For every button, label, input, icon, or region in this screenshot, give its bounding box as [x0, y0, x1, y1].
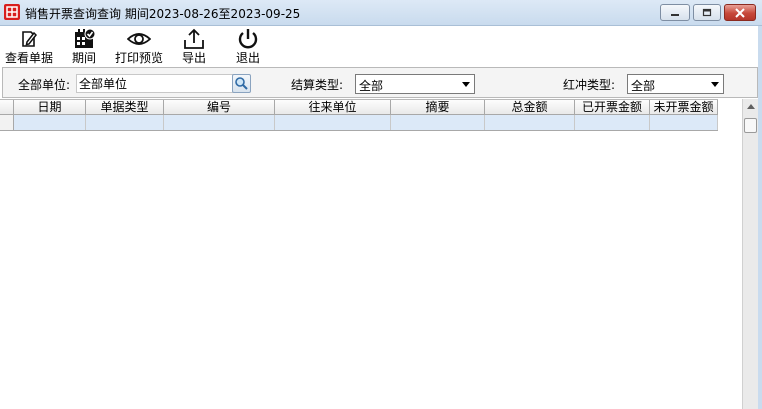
- power-icon: [238, 29, 258, 49]
- chevron-down-icon: [462, 82, 470, 87]
- export-button[interactable]: 导出: [178, 26, 210, 67]
- vertical-scrollbar[interactable]: [742, 99, 758, 409]
- close-button[interactable]: [724, 4, 756, 21]
- search-icon: [235, 77, 248, 90]
- grid-header: 日期 单据类型 编号 往来单位 摘要 总金额 已开票金额 未开票金额: [0, 99, 718, 115]
- column-header-invoiced-amount[interactable]: 已开票金额: [575, 100, 650, 115]
- period-label: 期间: [71, 51, 96, 65]
- table-cell[interactable]: [164, 115, 275, 130]
- maximize-icon: [702, 8, 712, 17]
- print-preview-label: 打印预览: [114, 51, 163, 65]
- table-cell[interactable]: [86, 115, 164, 130]
- toolbar: 查看单据 期间 打印预览 导出 退出: [0, 26, 762, 67]
- upload-icon: [184, 28, 204, 49]
- export-label: 导出: [181, 51, 206, 65]
- column-header-summary[interactable]: 摘要: [391, 100, 485, 115]
- period-button[interactable]: 期间: [68, 26, 100, 67]
- print-preview-button[interactable]: 打印预览: [112, 26, 166, 67]
- column-header-uninvoiced-amount[interactable]: 未开票金额: [650, 100, 718, 115]
- minimize-icon: [671, 14, 679, 16]
- scroll-up-icon[interactable]: [747, 104, 755, 109]
- unit-input[interactable]: [76, 74, 236, 93]
- window-frame: [758, 26, 762, 409]
- grid-app-icon: [4, 4, 20, 20]
- settlement-type-label: 结算类型:: [291, 78, 344, 92]
- window-title: 销售开票查询查询 期间2023-08-26至2023-09-25: [25, 7, 301, 21]
- invoice-grid[interactable]: 日期 单据类型 编号 往来单位 摘要 总金额 已开票金额 未开票金额: [0, 99, 742, 409]
- eye-icon: [127, 33, 151, 45]
- table-row[interactable]: [0, 115, 718, 131]
- table-cell[interactable]: [485, 115, 575, 130]
- column-header-total-amount[interactable]: 总金额: [485, 100, 575, 115]
- table-cell[interactable]: [14, 115, 86, 130]
- calendar-check-icon: [75, 28, 96, 48]
- view-document-button[interactable]: 查看单据: [2, 26, 56, 67]
- red-flush-type-value: 全部: [631, 79, 656, 93]
- filter-bar: 全部单位: 结算类型: 全部 红冲类型: 全部: [2, 67, 758, 98]
- table-cell[interactable]: [650, 115, 718, 130]
- view-document-label: 查看单据: [4, 51, 53, 65]
- minimize-button[interactable]: [660, 4, 690, 21]
- title-bar: 销售开票查询查询 期间2023-08-26至2023-09-25: [0, 0, 762, 26]
- maximize-button[interactable]: [693, 4, 721, 21]
- table-cell[interactable]: [575, 115, 650, 130]
- exit-button[interactable]: 退出: [232, 26, 264, 67]
- scroll-thumb[interactable]: [744, 118, 757, 133]
- unit-search-button[interactable]: [232, 74, 251, 93]
- exit-label: 退出: [235, 51, 260, 65]
- column-header-date[interactable]: 日期: [14, 100, 86, 115]
- unit-label: 全部单位:: [18, 78, 71, 92]
- table-cell[interactable]: [391, 115, 485, 130]
- row-header-corner: [0, 100, 14, 115]
- chevron-down-icon: [711, 82, 719, 87]
- close-icon: [735, 8, 745, 18]
- table-cell[interactable]: [275, 115, 391, 130]
- settlement-type-value: 全部: [359, 79, 384, 93]
- edit-document-icon: [22, 31, 37, 47]
- red-flush-type-label: 红冲类型:: [563, 78, 616, 92]
- column-header-partner[interactable]: 往来单位: [275, 100, 391, 115]
- column-header-number[interactable]: 编号: [164, 100, 275, 115]
- row-header[interactable]: [0, 115, 14, 130]
- column-header-doc-type[interactable]: 单据类型: [86, 100, 164, 115]
- settlement-type-select[interactable]: 全部: [355, 74, 475, 94]
- red-flush-type-select[interactable]: 全部: [627, 74, 724, 94]
